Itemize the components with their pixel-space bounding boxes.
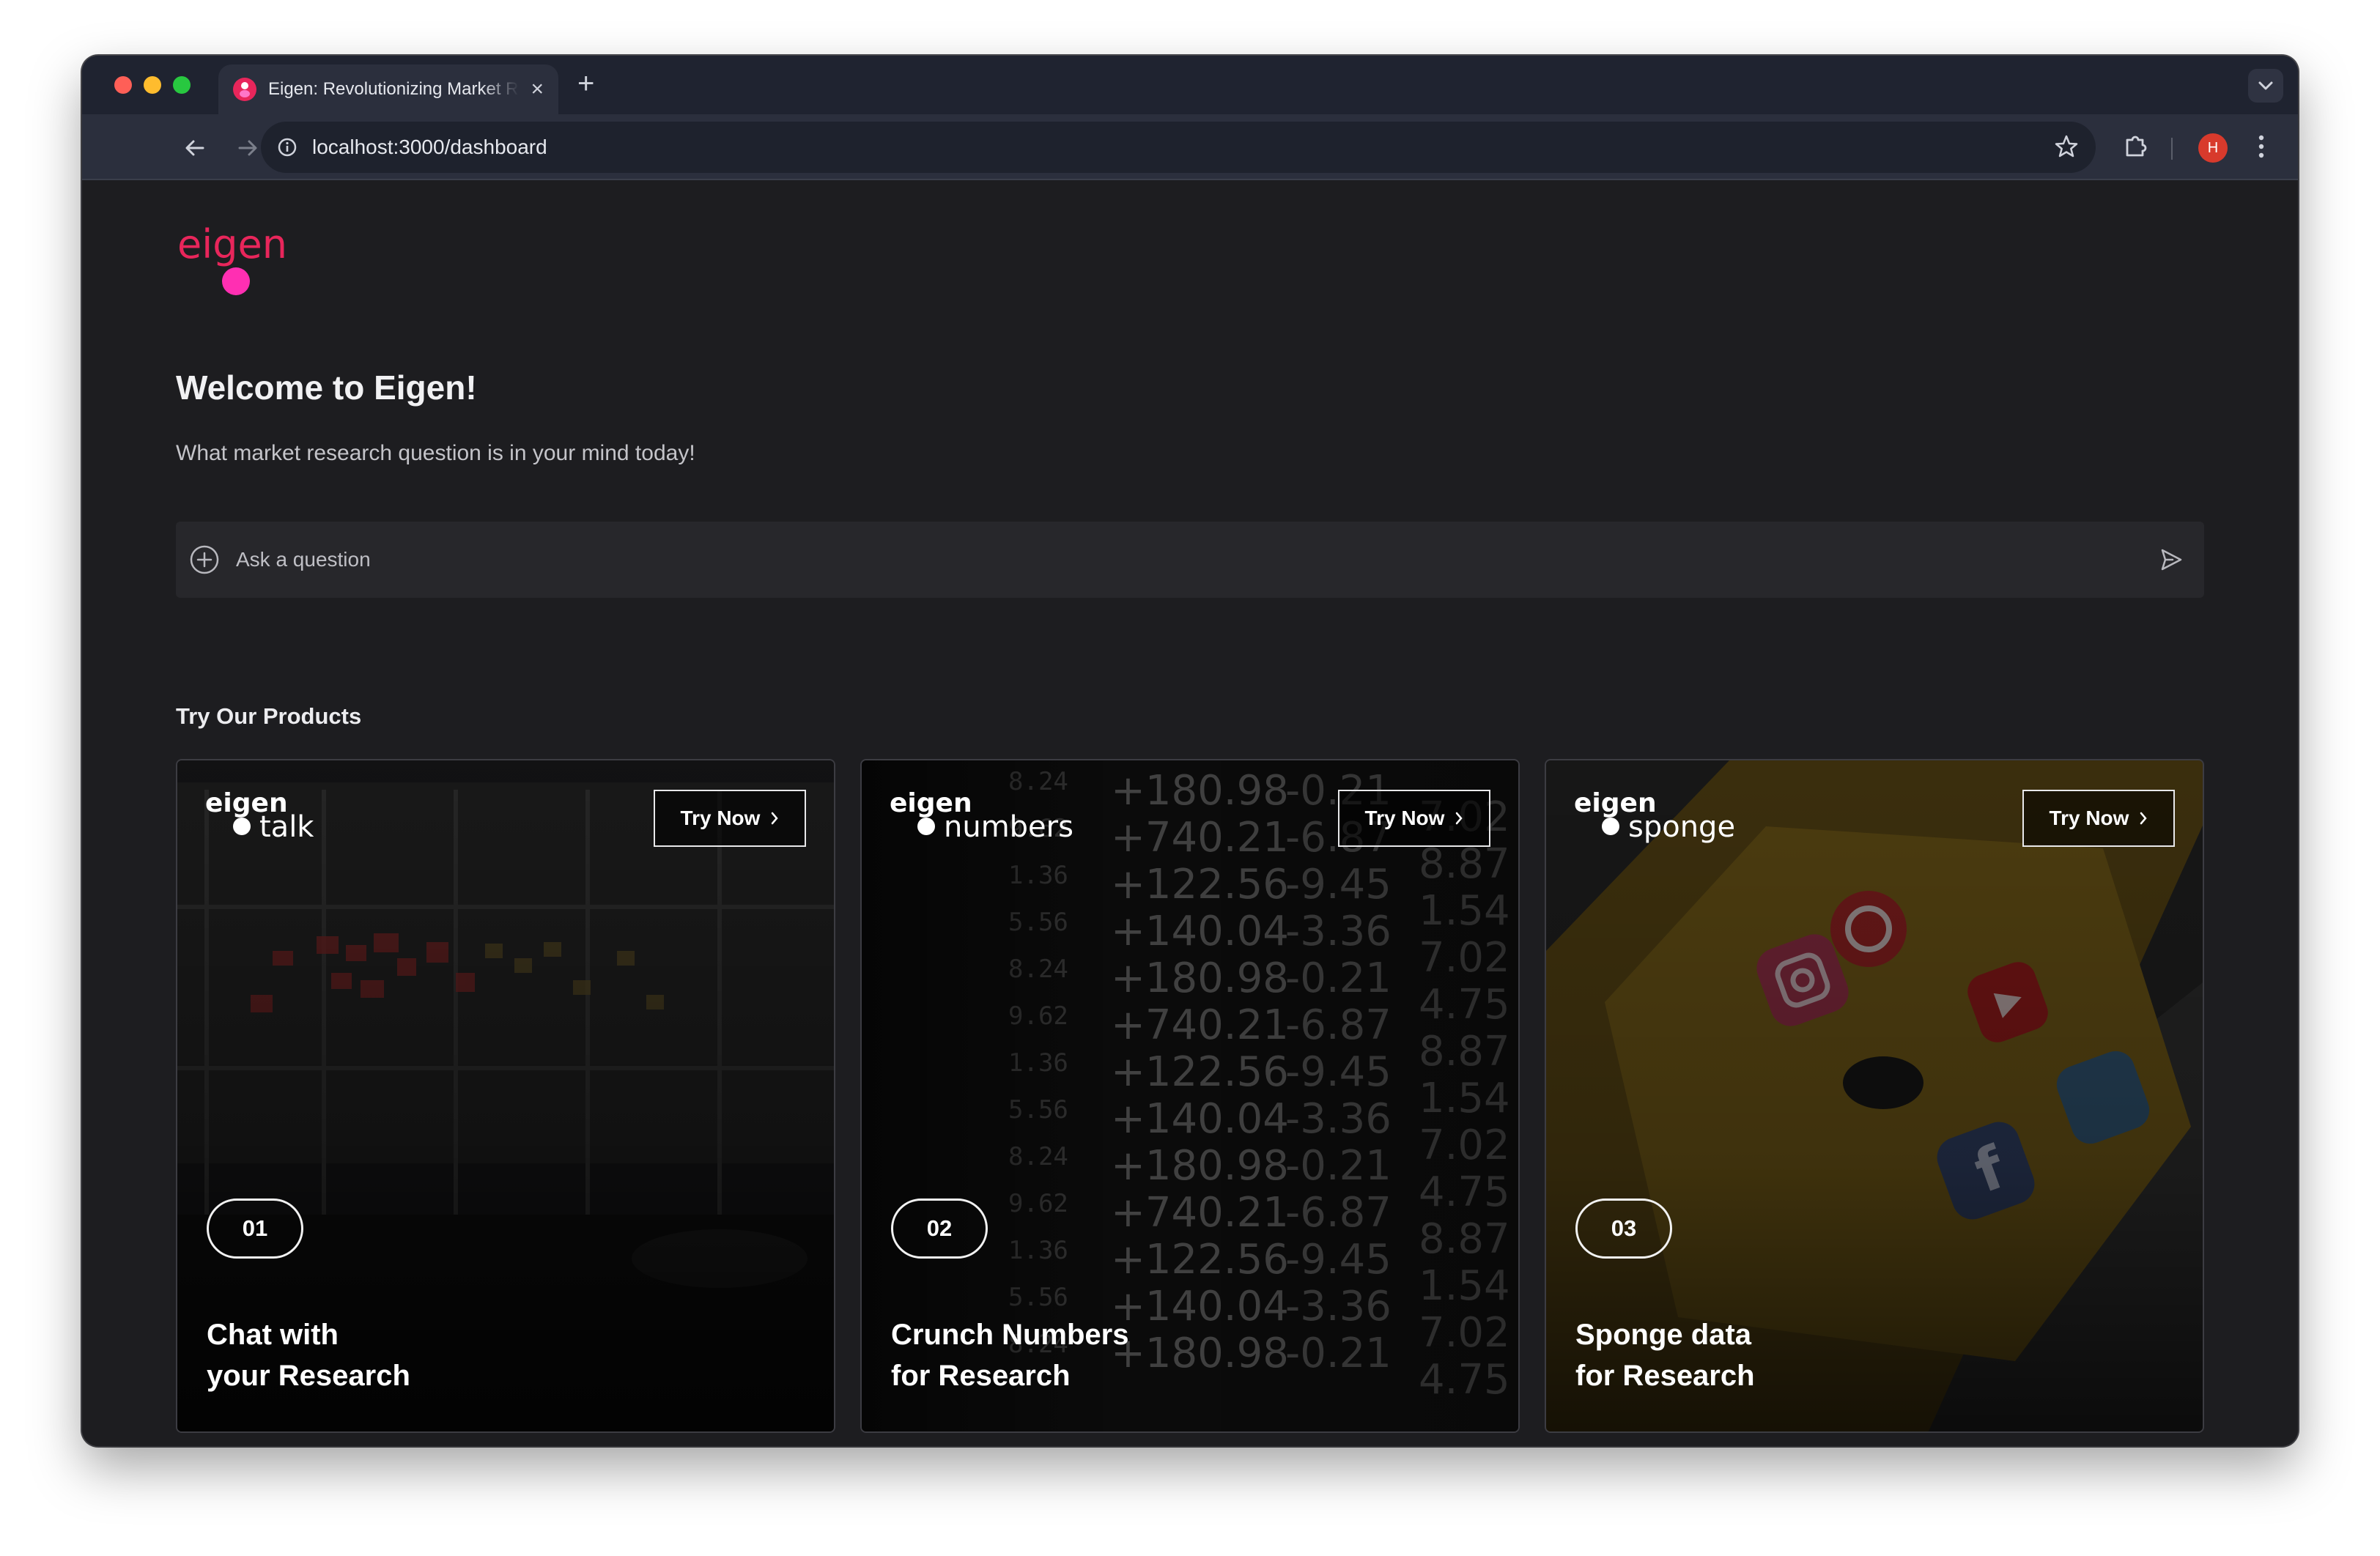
try-now-button-sponge[interactable]: Try Now xyxy=(2022,790,2175,847)
eigen-numbers-logo: eigen numbers xyxy=(890,790,1073,842)
address-bar[interactable]: localhost:3000/dashboard xyxy=(261,122,2096,173)
try-now-label: Try Now xyxy=(2049,807,2129,829)
svg-text:numbers: numbers xyxy=(944,810,1073,842)
tab-close-icon[interactable]: × xyxy=(531,78,544,100)
active-tab[interactable]: Eigen: Revolutionizing Market Research × xyxy=(218,64,558,114)
card-number-badge: 01 xyxy=(207,1199,303,1259)
toolbar-divider xyxy=(2171,138,2173,160)
minimize-window-button[interactable] xyxy=(144,76,161,94)
svg-text:sponge: sponge xyxy=(1628,810,1735,844)
site-info-icon[interactable] xyxy=(277,137,298,158)
svg-text:talk: talk xyxy=(259,810,314,842)
chevron-right-icon xyxy=(2140,812,2148,825)
chevron-right-icon xyxy=(772,812,779,825)
url-text: localhost:3000/dashboard xyxy=(312,136,547,158)
plus-circle-icon[interactable] xyxy=(189,544,220,575)
maximize-window-button[interactable] xyxy=(173,76,191,94)
avatar: H xyxy=(2198,133,2228,163)
eigen-talk-logo: eigen talk xyxy=(205,790,314,842)
extensions-button[interactable] xyxy=(2122,132,2150,163)
arrow-left-icon xyxy=(185,140,204,156)
arrow-right-icon xyxy=(238,140,257,156)
window-controls xyxy=(114,76,191,94)
products-section-title: Try Our Products xyxy=(176,703,362,729)
product-cards: eigen talk Try Now 01 Chat with your Res… xyxy=(176,759,2204,1433)
tab-search-button[interactable] xyxy=(2248,69,2283,103)
send-icon[interactable] xyxy=(2159,547,2184,572)
profile-button[interactable]: H xyxy=(2198,133,2228,163)
try-now-button-numbers[interactable]: Try Now xyxy=(1338,790,1490,847)
try-now-button-talk[interactable]: Try Now xyxy=(654,790,806,847)
card-heading: Sponge data for Research xyxy=(1575,1319,1755,1392)
close-window-button[interactable] xyxy=(114,76,132,94)
product-card-sponge[interactable]: f eigen sponge Try Now 03 Sponge data xyxy=(1545,759,2204,1433)
question-input[interactable] xyxy=(236,548,2159,571)
browser-window: Eigen: Revolutionizing Market Research ×… xyxy=(82,56,2298,1446)
try-now-label: Try Now xyxy=(680,807,761,829)
more-vertical-icon xyxy=(2258,135,2264,158)
logo-text: eigen xyxy=(177,221,287,267)
card-heading: Crunch Numbers for Research xyxy=(891,1319,1129,1392)
ask-question-bar xyxy=(176,522,2204,598)
browser-menu-button[interactable] xyxy=(2255,132,2267,165)
try-now-label: Try Now xyxy=(1364,807,1445,829)
puzzle-piece-icon xyxy=(2126,136,2147,157)
new-tab-icon[interactable]: + xyxy=(577,69,594,98)
bookmark-star-icon[interactable] xyxy=(2053,133,2080,160)
card-number-badge: 03 xyxy=(1575,1199,1672,1259)
eigen-favicon-icon xyxy=(233,78,256,101)
product-card-numbers[interactable]: 8.249.621.365.568.249.621.365.568.249.62… xyxy=(860,759,1520,1433)
page-title: Welcome to Eigen! xyxy=(176,368,477,407)
card-heading: Chat with your Research xyxy=(207,1319,410,1392)
browser-toolbar: localhost:3000/dashboard H xyxy=(82,114,2298,180)
back-button[interactable] xyxy=(179,132,211,164)
chevron-down-icon xyxy=(2258,81,2273,90)
card-number-badge: 02 xyxy=(891,1199,988,1259)
chevron-right-icon xyxy=(1456,812,1463,825)
tab-strip: Eigen: Revolutionizing Market Research ×… xyxy=(82,56,2298,114)
product-card-talk[interactable]: eigen talk Try Now 01 Chat with your Res… xyxy=(176,759,835,1433)
dashboard-page: eigen Welcome to Eigen! What market rese… xyxy=(82,182,2298,1446)
forward-button[interactable] xyxy=(232,132,264,164)
tab-title: Eigen: Revolutionizing Market Research xyxy=(268,79,519,99)
eigen-logo[interactable]: eigen xyxy=(177,220,324,296)
page-subtitle: What market research question is in your… xyxy=(176,441,695,465)
eigen-sponge-logo: eigen sponge xyxy=(1574,790,1735,844)
